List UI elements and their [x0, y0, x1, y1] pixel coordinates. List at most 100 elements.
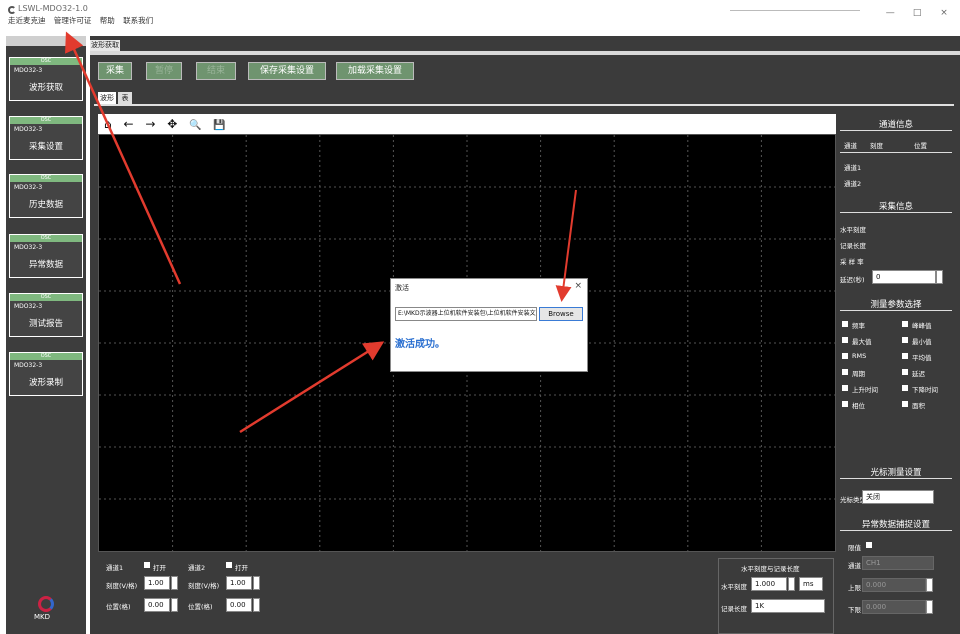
horizontal-unit-select[interactable]: ms — [799, 577, 823, 591]
measure-title: 测量参数选择 — [870, 300, 922, 310]
start-button[interactable]: 采集 — [98, 62, 132, 80]
measure-option-label: 相位 — [852, 402, 865, 410]
menu-license[interactable]: 管理许可证 — [54, 16, 92, 25]
horizontal-scale-spinner[interactable] — [788, 577, 795, 591]
osc-tag: OSC — [10, 58, 82, 65]
osc-tag: OSC — [10, 294, 82, 301]
col-scale: 刻度 — [870, 142, 883, 150]
measure-option-label: 周期 — [852, 370, 865, 378]
ch1-pos-spinner[interactable] — [171, 598, 178, 612]
ch1-scale-spinner[interactable] — [171, 576, 178, 590]
sidebar-item-history[interactable]: OSC MDO32-3 历史数据 — [9, 174, 83, 218]
model-label: MDO32-3 — [14, 362, 43, 369]
forward-arrow-icon[interactable]: → — [145, 117, 155, 131]
acq-info-row: 采 样 率 — [840, 258, 864, 266]
ch2-pos-input[interactable]: 0.00 — [226, 598, 252, 612]
sidebar-item-waveform[interactable]: OSC MDO32-3 波形获取 — [9, 57, 83, 101]
ch2-open-checkbox[interactable] — [226, 562, 232, 568]
measure-checkbox[interactable] — [842, 401, 848, 407]
ch2-title: 通道2 — [188, 564, 206, 572]
measure-checkbox[interactable] — [902, 353, 908, 359]
ch2-scale-input[interactable]: 1.00 — [226, 576, 252, 590]
pause-button[interactable]: 暂停 — [146, 62, 182, 80]
load-settings-button[interactable]: 加载采集设置 — [336, 62, 414, 80]
mkd-logo: MKD — [32, 596, 60, 622]
sidebar-item-report[interactable]: OSC MDO32-3 测试报告 — [9, 293, 83, 337]
activation-dialog: 激活 × E:\MKD示波器上位机软件安装包\上位机软件安装文 Browse 激… — [390, 278, 588, 372]
measure-option-label: 面积 — [912, 402, 925, 410]
pan-icon[interactable]: ✥ — [167, 117, 177, 131]
ch1-open-checkbox[interactable] — [144, 562, 150, 568]
upper-input[interactable]: 0.000 — [862, 578, 926, 592]
mkd-logo-text: MKD — [34, 613, 51, 621]
dialog-close-icon[interactable]: × — [574, 281, 582, 291]
sidebar-item-abnormal[interactable]: OSC MDO32-3 异常数据 — [9, 234, 83, 278]
cursor-type-select[interactable]: 关闭 — [862, 490, 934, 504]
measure-checkbox[interactable] — [842, 337, 848, 343]
horizontal-title: 水平刻度与记录长度 — [741, 565, 800, 573]
stop-button[interactable]: 结束 — [196, 62, 236, 80]
channel-info-title: 通道信息 — [878, 120, 913, 130]
ch2-scale-label: 刻度(V/格) — [188, 582, 220, 590]
save-settings-button[interactable]: 保存采集设置 — [248, 62, 326, 80]
col-position: 位置 — [914, 142, 927, 150]
tab-waveform[interactable]: 波形 — [98, 92, 116, 104]
model-label: MDO32-3 — [14, 244, 43, 251]
channel-controls: 通道1 打开 刻度(V/格) 1.00 位置(格) 0.00 通道2 打开 刻度… — [98, 552, 836, 634]
horizontal-scale-input[interactable]: 1.000 — [751, 577, 787, 591]
lower-input[interactable]: 0.000 — [862, 600, 926, 614]
measure-checkbox[interactable] — [902, 369, 908, 375]
limit-checkbox[interactable] — [866, 542, 872, 548]
measure-option-label: RMS — [852, 352, 867, 360]
measure-checkbox[interactable] — [902, 337, 908, 343]
home-icon[interactable]: ⌂ — [104, 117, 112, 131]
sidebar-item-record[interactable]: OSC MDO32-3 波形录制 — [9, 352, 83, 396]
model-label: MDO32-3 — [14, 184, 43, 191]
measure-checkbox[interactable] — [842, 321, 848, 327]
measure-checkbox[interactable] — [842, 353, 848, 359]
measure-checkbox[interactable] — [842, 369, 848, 375]
acq-info-row: 水平刻度 — [840, 226, 866, 234]
upper-spinner[interactable] — [926, 578, 933, 592]
ch2-scale-spinner[interactable] — [253, 576, 260, 590]
close-icon[interactable]: × — [932, 8, 956, 18]
delay-input[interactable]: 0 — [872, 270, 936, 284]
measure-checkbox[interactable] — [902, 321, 908, 327]
tab-table[interactable]: 表 — [118, 92, 132, 104]
tab-waveform-acquire[interactable]: 波形获取 — [90, 40, 120, 51]
measure-checkbox[interactable] — [842, 385, 848, 391]
abnormal-channel-label: 通道 — [848, 562, 861, 570]
sidebar-item-label: 波形获取 — [28, 83, 63, 93]
menu-about[interactable]: 走近麦克迪 — [8, 16, 46, 25]
subtab-band — [94, 104, 954, 106]
measure-checkbox[interactable] — [902, 401, 908, 407]
maximize-icon[interactable]: □ — [905, 8, 929, 18]
info-panel: 通道信息 通道 刻度 位置 通道1 通道2 采集信息 水平刻度 记录长度 采 样… — [838, 114, 954, 628]
abnormal-channel-select[interactable]: CH1 — [862, 556, 934, 570]
menu-help[interactable]: 帮助 — [100, 16, 115, 25]
back-arrow-icon[interactable]: ← — [123, 117, 133, 131]
save-icon[interactable]: 💾 — [213, 120, 225, 131]
zoom-icon[interactable]: 🔍 — [189, 120, 201, 131]
ch1-pos-input[interactable]: 0.00 — [144, 598, 170, 612]
measure-checkbox[interactable] — [902, 385, 908, 391]
ch1-pos-label: 位置(格) — [106, 603, 131, 611]
osc-tag: OSC — [10, 117, 82, 124]
ch2-pos-spinner[interactable] — [253, 598, 260, 612]
license-path-input[interactable]: E:\MKD示波器上位机软件安装包\上位机软件安装文 — [395, 307, 537, 321]
osc-tag: OSC — [10, 235, 82, 242]
divider — [840, 212, 952, 213]
divider — [840, 310, 952, 311]
browse-button[interactable]: Browse — [539, 307, 583, 321]
minimize-icon[interactable]: — — [878, 8, 902, 18]
divider — [840, 478, 952, 479]
sidebar-item-label: 异常数据 — [28, 260, 63, 270]
lower-spinner[interactable] — [926, 600, 933, 614]
menu-contact[interactable]: 联系我们 — [123, 16, 153, 25]
record-length-select[interactable]: 1K — [751, 599, 825, 613]
sidebar-item-acq-settings[interactable]: OSC MDO32-3 采集设置 — [9, 116, 83, 160]
delay-spinner[interactable] — [936, 270, 943, 284]
ch1-scale-input[interactable]: 1.00 — [144, 576, 170, 590]
measure-option-label: 频率 — [852, 322, 865, 330]
divider — [840, 130, 952, 131]
